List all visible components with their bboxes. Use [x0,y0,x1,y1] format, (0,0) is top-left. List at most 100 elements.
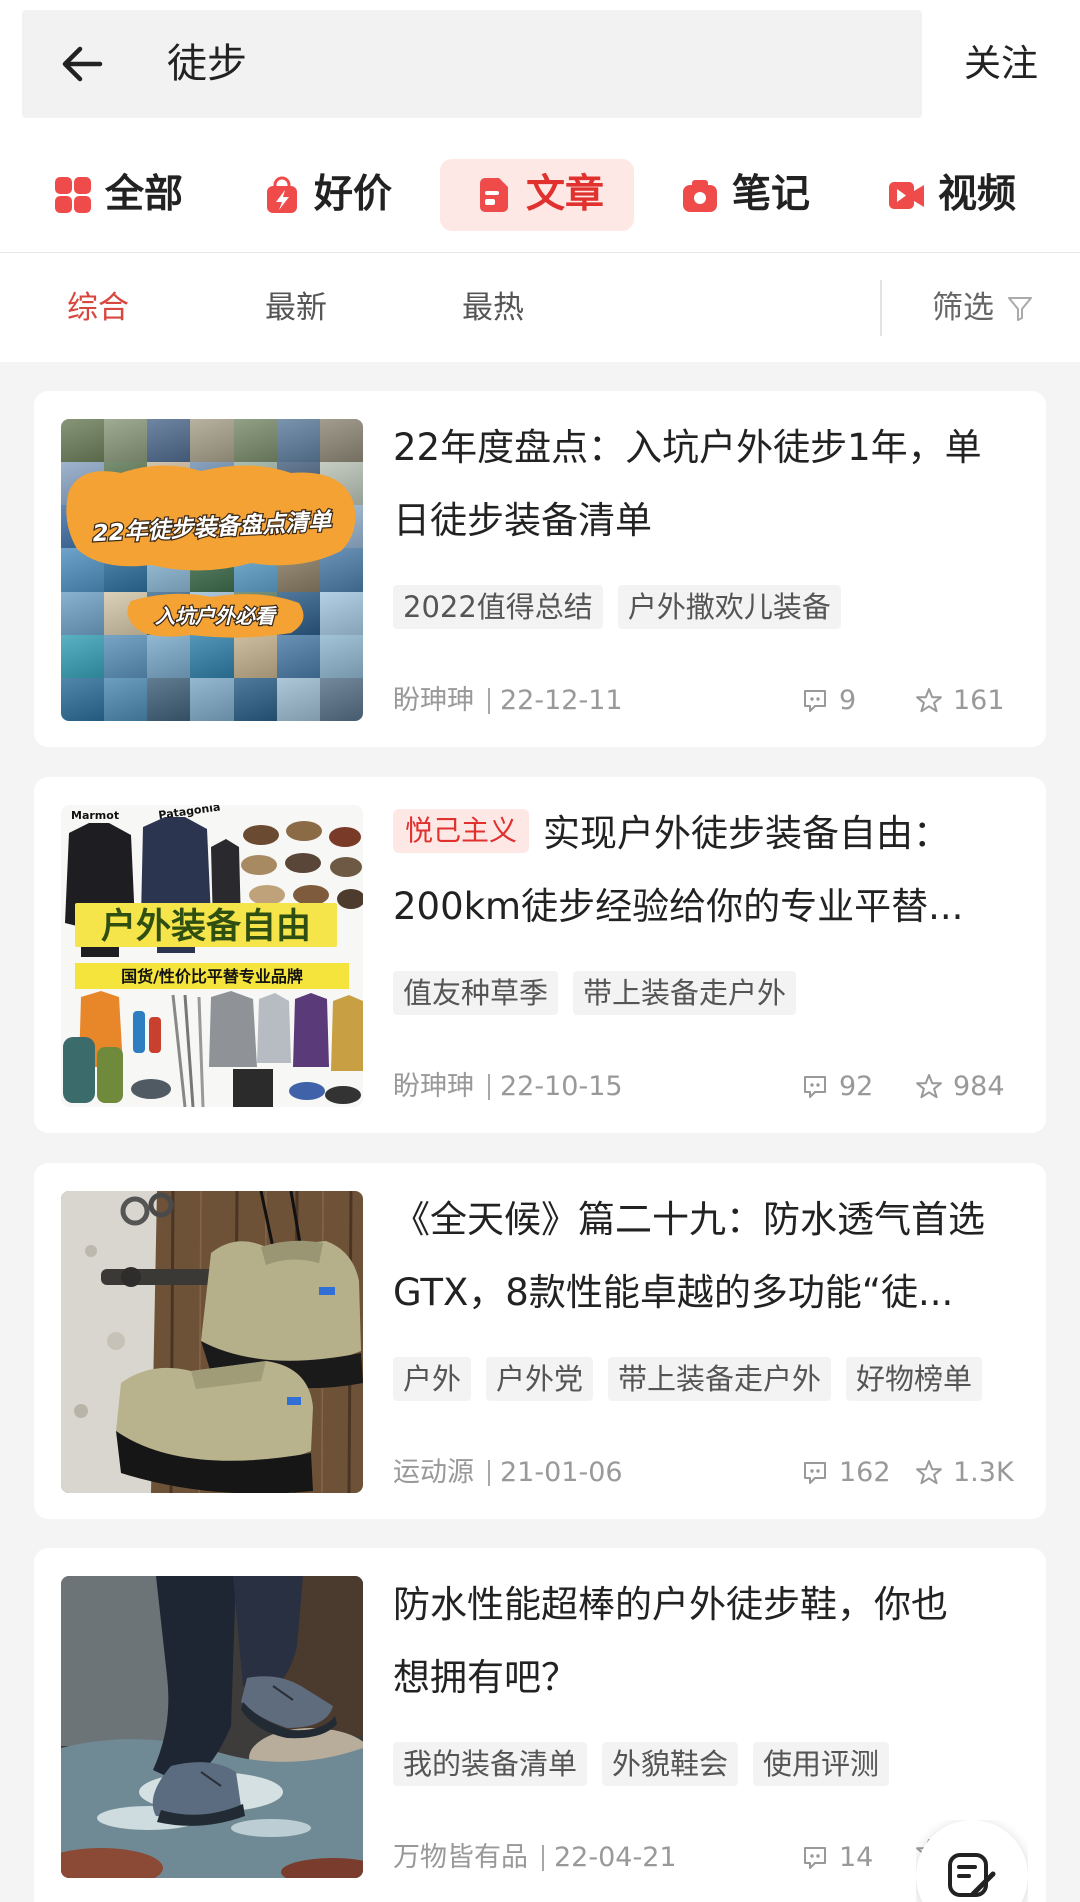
article-card[interactable]: 22年徒步装备盘点清单 入坑户外必看 22年度盘点：入坑户外徒步1年，单 日徒步… [34,391,1046,747]
tag[interactable]: 带上装备走户外 [573,971,797,1015]
comment-count: 9 [801,681,856,721]
favorite-count-value: 161 [953,685,1005,716]
meta-separator [488,1074,490,1100]
tab-label: 文章 [526,172,605,217]
tag-list: 值友种草季 带上装备走户外 [393,971,797,1015]
tab-all[interactable]: 全部 [19,159,213,231]
fab-circle[interactable] [916,1820,1028,1902]
tag-list: 2022值得总结 户外撒欢儿装备 [393,585,841,629]
tag[interactable]: 好物榜单 [846,1357,983,1401]
arrow-left-icon [62,46,103,82]
tab-label: 全部 [105,172,184,217]
author-name: 运动源 [393,1457,474,1488]
article-thumbnail [61,1191,363,1493]
publish-date: 22-10-15 [500,1071,623,1102]
tab-deals[interactable]: 好价 [228,159,422,231]
comment-count: 92 [801,1067,873,1107]
search-bar[interactable] [22,10,922,118]
comment-count-value: 9 [839,685,857,716]
tag[interactable]: 户外党 [486,1357,594,1401]
meta-separator [542,1845,544,1871]
favorite-count: 1.3K [915,1453,1014,1493]
author-name: 万物皆有品 [393,1842,528,1873]
grid-icon [55,177,91,213]
header-divider [0,252,1080,253]
article-title[interactable]: 悦己主义 实现户外徒步装备自由： 200km徒步经验给你的专业平替... [393,797,1033,943]
favorite-count: 984 [915,1067,1005,1107]
sort-divider [880,280,882,336]
sort-tab-latest[interactable]: 最新 [265,288,327,328]
tag[interactable]: 使用评测 [753,1742,890,1786]
article-title[interactable]: 《全天候》篇二十九：防水透气首选 GTX，8款性能卓越的多功能“徒... [393,1183,1033,1329]
author-name: 盼珅珅 [393,685,474,716]
favorite-count: 161 [915,681,1005,721]
star-icon [916,1460,942,1485]
thumbnail-headline: 户外装备自由 [101,907,311,947]
favorite-count-value: 1.3K [953,1457,1014,1488]
comment-count-value: 14 [839,1842,874,1873]
star-icon [916,688,942,713]
search-query[interactable]: 徒步 [167,38,247,90]
article-thumbnail: 22年徒步装备盘点清单 入坑户外必看 [61,419,363,721]
comment-icon [804,1847,826,1869]
author-name: 盼珅珅 [393,1071,474,1102]
title-line: 悦己主义 实现户外徒步装备自由： [393,797,1033,870]
tag[interactable]: 户外 [393,1357,472,1401]
meta-separator [488,1460,490,1486]
comment-icon [804,690,826,712]
comment-count-value: 92 [839,1071,874,1102]
article-meta: 盼珅珅 22-12-11 [393,681,623,721]
article-card[interactable]: 防水性能超棒的户外徒步鞋，你也 想拥有吧？ 我的装备清单 外貌鞋会 使用评测 万… [34,1548,1046,1902]
tab-label: 笔记 [732,172,811,217]
article-card[interactable]: 《全天候》篇二十九：防水透气首选 GTX，8款性能卓越的多功能“徒... 户外 … [34,1163,1046,1519]
tag[interactable]: 2022值得总结 [393,585,603,629]
comment-count-value: 162 [839,1457,891,1488]
article-meta: 盼珅珅 22-10-15 [393,1067,623,1107]
article-icon [480,178,508,212]
brand-logo-text: Marmot [71,809,119,822]
title-line: 日徒步装备清单 [393,499,652,542]
article-thumbnail [61,1576,363,1878]
article-meta: 万物皆有品 22-04-21 [393,1838,677,1878]
write-post-icon [948,1853,996,1897]
filter-label: 筛选 [932,290,994,326]
article-title[interactable]: 防水性能超棒的户外徒步鞋，你也 想拥有吧？ [393,1568,1033,1714]
note-camera-icon [683,180,717,212]
boots-on-door-image [61,1191,363,1493]
write-post-button[interactable] [916,1820,1028,1902]
favorite-count-value: 984 [953,1071,1005,1102]
title-text: 实现户外徒步装备自由： [543,812,951,855]
back-button[interactable] [58,40,106,88]
publish-date: 22-04-21 [554,1842,677,1873]
sort-tab-comprehensive[interactable]: 综合 [67,288,129,328]
gear-collage-image: 户外装备自由 国货/性价比平替专业品牌 Marmot Patagonia [61,805,363,1107]
publish-date: 22-12-11 [500,685,623,716]
tag[interactable]: 外貌鞋会 [602,1742,739,1786]
tab-notes[interactable]: 笔记 [646,159,840,231]
follow-button[interactable]: 关注 [964,40,1038,88]
sort-tab-hottest[interactable]: 最热 [462,288,524,328]
tag[interactable]: 户外撒欢儿装备 [617,585,841,629]
tab-label: 好价 [314,172,393,217]
tag[interactable]: 带上装备走户外 [608,1357,832,1401]
tab-articles[interactable]: 文章 [440,159,635,231]
tab-label: 视频 [938,172,1017,217]
tab-videos[interactable]: 视频 [852,159,1046,231]
filter-button[interactable]: 筛选 [932,288,1034,328]
deal-bag-icon [267,176,297,213]
title-line: 22年度盘点：入坑户外徒步1年，单 [393,426,982,469]
comment-icon [804,1076,826,1098]
star-icon [916,1074,942,1099]
thumbnail-subhead: 入坑户外必看 [155,604,277,628]
topic-badge[interactable]: 悦己主义 [393,809,530,853]
tag[interactable]: 我的装备清单 [393,1742,588,1786]
publish-date: 21-01-06 [500,1457,623,1488]
tag-list: 户外 户外党 带上装备走户外 好物榜单 [393,1357,983,1401]
article-title[interactable]: 22年度盘点：入坑户外徒步1年，单 日徒步装备清单 [393,411,1033,557]
title-line: 防水性能超棒的户外徒步鞋，你也 [393,1583,948,1626]
article-card[interactable]: 户外装备自由 国货/性价比平替专业品牌 Marmot Patagonia 悦己主… [34,777,1046,1133]
tag[interactable]: 值友种草季 [393,971,559,1015]
funnel-icon [1008,297,1032,321]
title-line: 《全天候》篇二十九：防水透气首选 [393,1198,985,1241]
tag-list: 我的装备清单 外貌鞋会 使用评测 [393,1742,890,1786]
